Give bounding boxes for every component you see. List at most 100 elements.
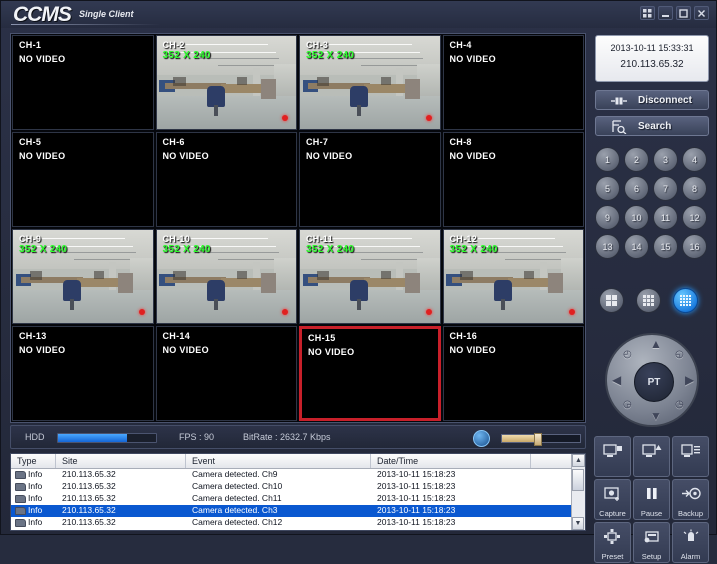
alarm-button[interactable]: Alarm [672,522,709,563]
camera-icon [15,471,26,479]
video-cell-ch-13[interactable]: CH-13 NO VIDEO [12,326,154,421]
minimize-button[interactable] [658,6,673,20]
resolution-overlay: 352 X 240 [449,244,498,255]
video-cell-ch-7[interactable]: CH-7 NO VIDEO [299,132,441,227]
function-label: Setup [641,552,662,561]
log-row[interactable]: Info 210.113.65.32 Camera detected. Ch12 20… [11,517,585,529]
no-video-label: NO VIDEO [19,345,66,355]
close-button[interactable] [694,6,709,20]
log-row[interactable]: Info 210.113.65.32 Camera detected. Ch9 201… [11,469,585,481]
ptz-up-left-arrow[interactable]: ◴ [623,349,632,360]
backup-button[interactable]: Backup [672,479,709,520]
log-column-header[interactable]: Event [186,454,371,468]
scrollbar-thumb[interactable] [572,469,584,491]
log-event: Camera detected. Ch12 [192,517,283,527]
video-cell-ch-10[interactable]: CH-10 352 X 240 [155,229,297,324]
video-cell-ch-11[interactable]: CH-11 352 X 240 [299,229,441,324]
control-panel: 2013-10-11 15:33:31 210.113.65.32 Discon… [591,33,712,563]
snapshot-button[interactable] [594,436,631,477]
title-bar: CCMS Single Client [1,1,716,28]
ptz-center-button[interactable]: PT [634,362,674,402]
volume-slider-handle[interactable] [533,433,542,446]
channel-button-14[interactable]: 14 [624,234,649,259]
export-button[interactable] [633,436,670,477]
video-cell-ch-16[interactable]: CH-16 NO VIDEO [442,326,584,421]
channel-button-8[interactable]: 8 [682,176,707,201]
channel-button-3[interactable]: 3 [653,147,678,172]
channel-button-7[interactable]: 7 [653,176,678,201]
resolution-overlay: 352 X 240 [306,244,355,255]
channel-button-1[interactable]: 1 [595,147,620,172]
channel-button-2[interactable]: 2 [624,147,649,172]
ptz-right-arrow[interactable]: ▶ [685,373,694,387]
video-cell-ch-2[interactable]: CH-2 352 X 240 [155,35,297,130]
resolution-overlay: 352 X 240 [162,50,211,61]
video-cell-ch-5[interactable]: CH-5 NO VIDEO [12,132,154,227]
monitor-list-icon [673,443,708,464]
video-cell-ch-8[interactable]: CH-8 NO VIDEO [442,132,584,227]
video-cell-ch-12[interactable]: CH-12 352 X 240 [442,229,584,324]
list-button[interactable] [672,436,709,477]
video-cell-ch-1[interactable]: CH-1 NO VIDEO [12,35,154,130]
log-column-header[interactable]: Type [11,454,56,468]
setup-button[interactable]: Setup [633,522,670,563]
recording-indicator [138,309,145,315]
connected-ip: 210.113.65.32 [620,59,684,70]
video-cell-ch-3[interactable]: CH-3 352 X 240 [299,35,441,130]
layout-2x2[interactable] [599,288,624,313]
maximize-button[interactable] [676,6,691,20]
log-row[interactable]: Info 210.113.65.32 Camera detected. Ch11 20… [11,493,585,505]
log-site: 210.113.65.32 [62,481,116,491]
video-cell-ch-4[interactable]: CH-4 NO VIDEO [442,35,584,130]
log-datetime: 2013-10-11 15:18:23 [377,517,456,527]
ptz-up-right-arrow[interactable]: ◵ [675,349,684,360]
event-log-scrollbar[interactable]: ▲ ▼ [571,454,585,530]
monitor-record-icon [595,443,630,464]
ptz-left-arrow[interactable]: ◀ [612,373,621,387]
layout-grid-icon [606,295,617,306]
log-column-header[interactable]: Date/Time [371,454,531,468]
channel-button-13[interactable]: 13 [595,234,620,259]
volume-slider[interactable] [501,433,581,446]
channel-label: CH-2 [162,40,185,50]
scroll-up-button[interactable]: ▲ [572,454,585,467]
channel-label: CH-1 [19,40,42,50]
video-cell-ch-6[interactable]: CH-6 NO VIDEO [155,132,297,227]
speaker-icon[interactable] [473,430,490,447]
preset-button[interactable]: Preset [594,522,631,563]
log-column-header[interactable]: Site [56,454,186,468]
log-row[interactable]: Info 210.113.65.32 Camera detected. Ch3 201… [11,505,585,517]
ptz-down-left-arrow[interactable]: ◶ [623,399,632,410]
setup-icon [634,529,669,550]
channel-button-11[interactable]: 11 [653,205,678,230]
channel-button-4[interactable]: 4 [682,147,707,172]
channel-button-16[interactable]: 16 [682,234,707,259]
search-button[interactable]: Search [595,116,709,136]
channel-button-15[interactable]: 15 [653,234,678,259]
channel-label: CH-15 [308,333,336,343]
channel-button-9[interactable]: 9 [595,205,620,230]
backup-icon [673,486,708,507]
layout-3x3[interactable] [636,288,661,313]
fullscreen-button[interactable] [640,6,655,20]
channel-button-6[interactable]: 6 [624,176,649,201]
log-type: Info [28,469,43,479]
ptz-down-arrow[interactable]: ▼ [650,409,662,423]
pause-button[interactable]: Pause [633,479,670,520]
event-log-body: Info 210.113.65.32 Camera detected. Ch9 201… [11,469,585,529]
ptz-down-right-arrow[interactable]: ◷ [675,399,684,410]
ptz-joystick[interactable]: ▲ ▼ ◀ ▶ ◴ ◵ ◶ ◷ PT [605,333,699,427]
channel-button-10[interactable]: 10 [624,205,649,230]
video-cell-ch-15[interactable]: CH-15 NO VIDEO [299,326,441,421]
video-cell-ch-14[interactable]: CH-14 NO VIDEO [155,326,297,421]
ptz-up-arrow[interactable]: ▲ [650,337,662,351]
scroll-down-button[interactable]: ▼ [572,517,584,530]
logo-underline [11,24,161,25]
layout-4x4[interactable] [673,288,698,313]
video-cell-ch-9[interactable]: CH-9 352 X 240 [12,229,154,324]
disconnect-button[interactable]: Disconnect [595,90,709,110]
channel-button-5[interactable]: 5 [595,176,620,201]
channel-button-12[interactable]: 12 [682,205,707,230]
log-row[interactable]: Info 210.113.65.32 Camera detected. Ch10 20… [11,481,585,493]
capture-button[interactable]: Capture [594,479,631,520]
